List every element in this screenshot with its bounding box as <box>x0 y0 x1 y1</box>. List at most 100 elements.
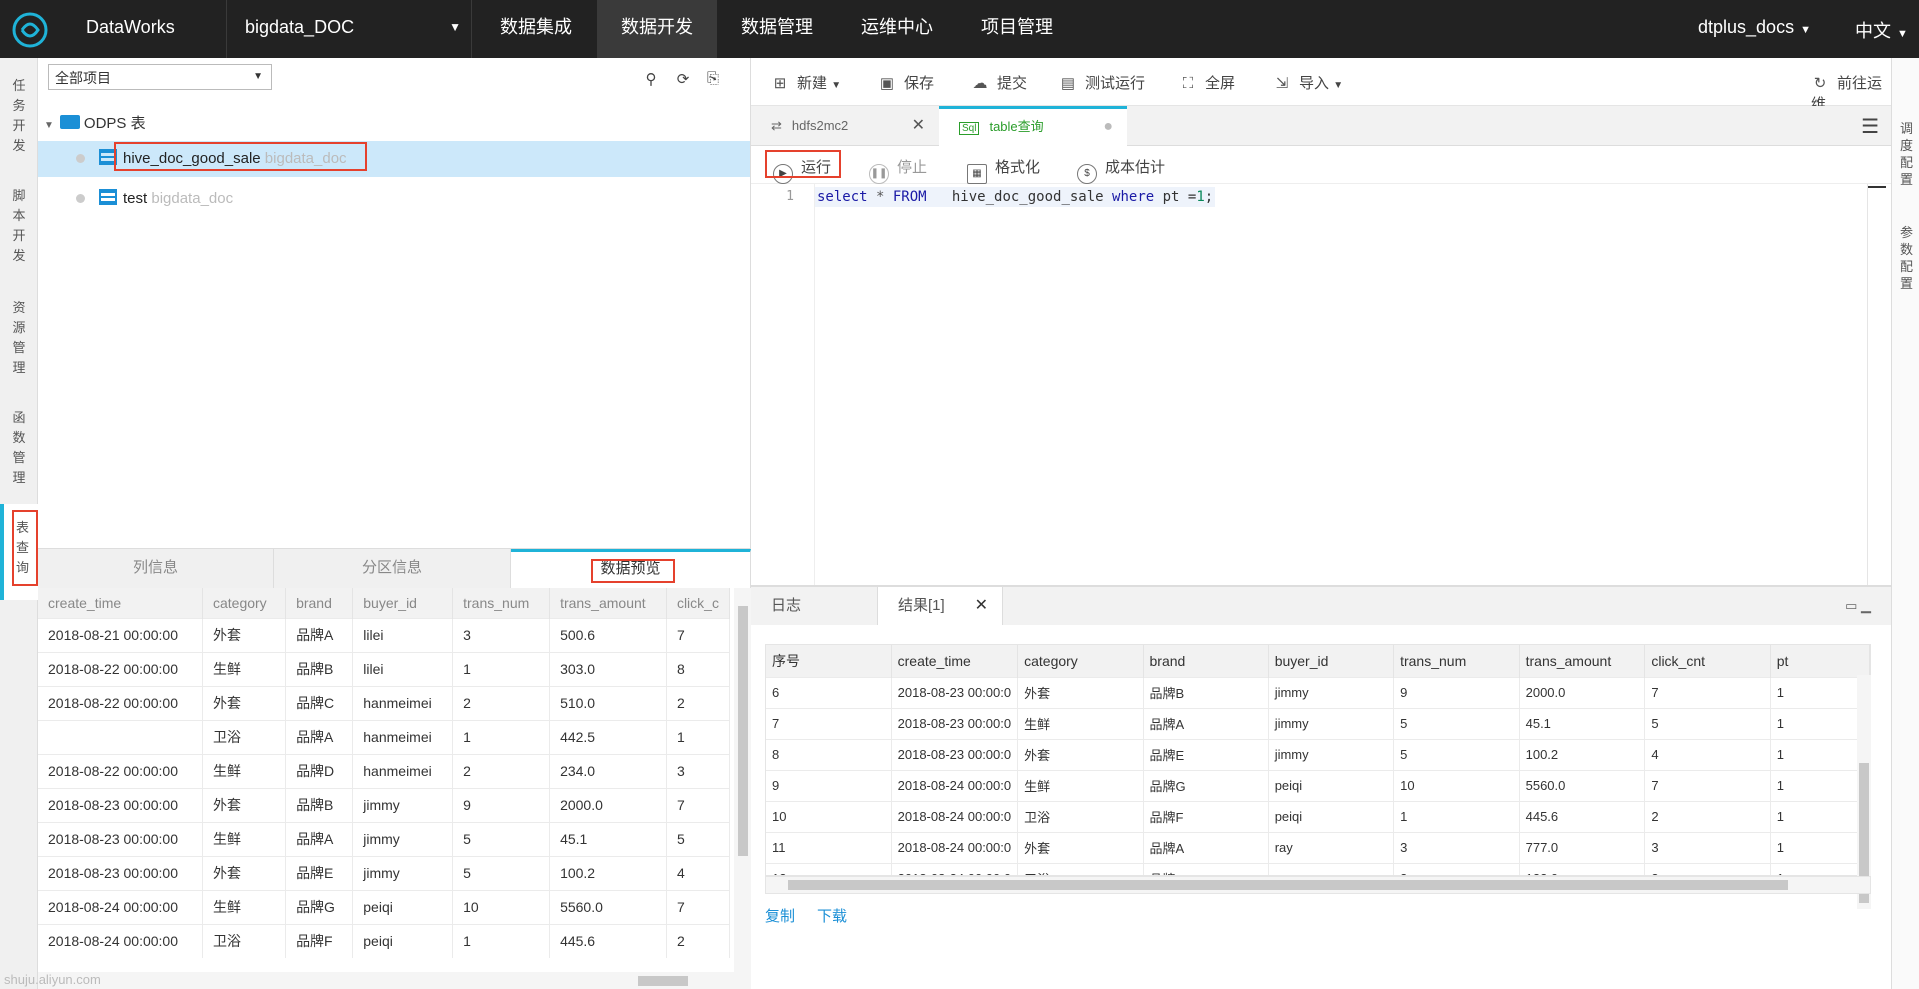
test-run-button[interactable]: ▤ 测试运行 <box>1059 72 1145 93</box>
rail-item-param-config[interactable]: 参数配置 <box>1900 224 1914 292</box>
tab-partition-info[interactable]: 分区信息 <box>274 549 511 589</box>
tab-table-query[interactable]: Sql table查询 ● <box>939 106 1127 146</box>
table-row[interactable]: 2018-08-21 00:00:00 外套 品牌A lilei 3 500.6 7 <box>38 617 730 652</box>
table-row[interactable]: 2018-08-22 00:00:00 生鲜 品牌B lilei 1 303.0 8 <box>38 651 730 686</box>
format-button[interactable]: ▦ 格式化 <box>967 156 1040 184</box>
vertical-scrollbar[interactable] <box>734 588 751 975</box>
dataworks-logo-icon[interactable] <box>10 10 50 50</box>
table-cell: hanmeimei <box>352 753 454 788</box>
restore-window-icon[interactable]: ▭ <box>1845 598 1857 613</box>
table-row[interactable]: 6 2018-08-23 00:00:0 外套 品牌B jimmy 9 2000.0 7 1 <box>766 676 1870 708</box>
horizontal-scrollbar[interactable] <box>38 972 751 989</box>
scrollbar-thumb[interactable] <box>638 976 688 986</box>
table-row[interactable]: 11 2018-08-24 00:00:0 外套 品牌A ray 3 777.0 3 1 <box>766 831 1870 863</box>
table-row[interactable]: 2018-08-23 00:00:00 外套 品牌B jimmy 9 2000.0 7 <box>38 787 730 822</box>
column-header[interactable]: buyer_id <box>1268 645 1395 677</box>
table-row[interactable]: 122018-08-24 00:00:0卫浴品牌Gray3122.031 <box>766 862 1870 875</box>
submit-button[interactable]: ☁ 提交 <box>971 72 1028 93</box>
table-cell: 12 <box>766 862 892 875</box>
table-row[interactable]: 10 2018-08-24 00:00:0 卫浴 品牌F peiqi 1 445.6 2 1 <box>766 800 1870 832</box>
column-header[interactable]: category <box>1017 645 1144 677</box>
import-button[interactable]: ⇲ 导入 ▼ <box>1273 72 1343 93</box>
scrollbar-thumb[interactable] <box>738 606 748 856</box>
editor-scrollbar[interactable] <box>1867 184 1886 585</box>
nav-ops-center[interactable]: 运维中心 <box>837 0 957 58</box>
fullscreen-button[interactable]: ⛶ 全屏 <box>1179 72 1235 93</box>
table-cell: 1 <box>1770 862 1870 875</box>
table-row[interactable]: 2018-08-23 00:00:00 生鲜 品牌A jimmy 5 45.1 5 <box>38 821 730 856</box>
tab-data-preview[interactable]: 数据预览 <box>511 549 751 589</box>
column-header[interactable]: click_c <box>666 588 730 618</box>
table-row[interactable]: 2018-08-22 00:00:00 外套 品牌C hanmeimei 2 510.0 2 <box>38 685 730 720</box>
table-row[interactable]: 9 2018-08-24 00:00:0 生鲜 品牌G peiqi 10 5560.0 7 1 <box>766 769 1870 801</box>
sidebar-item-function-mgmt[interactable]: 函数管理 <box>0 408 38 488</box>
column-header[interactable]: create_time <box>38 588 203 618</box>
column-header[interactable]: brand <box>285 588 354 618</box>
copy-link[interactable]: 复制 <box>765 908 795 925</box>
column-header[interactable]: buyer_id <box>352 588 454 618</box>
table-cell: 5 <box>1393 707 1520 739</box>
minimize-window-icon[interactable]: ▁ <box>1861 598 1871 613</box>
sidebar-item-resource-mgmt[interactable]: 资源管理 <box>0 298 38 378</box>
new-button[interactable]: ⊞ 新建 ▼ <box>771 72 841 93</box>
search-icon[interactable]: ⚲ <box>642 70 660 88</box>
table-row[interactable]: 2018-08-24 00:00:00 卫浴 品牌F peiqi 1 445.6 2 <box>38 923 730 958</box>
column-header[interactable]: trans_num <box>1393 645 1520 677</box>
table-cell: lilei <box>352 617 454 652</box>
table-row[interactable]: 2018-08-24 00:00:00 生鲜 品牌G peiqi 10 5560.0 7 <box>38 889 730 924</box>
refresh-icon[interactable]: ⟳ <box>674 70 692 88</box>
table-row[interactable]: 2018-08-23 00:00:00 外套 品牌E jimmy 5 100.2 4 <box>38 855 730 890</box>
tab-hdfs2mc2[interactable]: ⇄ hdfs2mc2 ✕ <box>751 106 939 146</box>
stop-button[interactable]: ❚❚ 停止 <box>869 156 927 184</box>
table-cell: peiqi <box>352 923 454 958</box>
submit-label: 提交 <box>997 75 1028 92</box>
tab-column-info[interactable]: 列信息 <box>38 549 274 589</box>
close-icon[interactable]: ✕ <box>975 587 988 625</box>
tab-log[interactable]: 日志 <box>751 587 877 625</box>
column-header[interactable]: category <box>202 588 287 618</box>
nav-project-management[interactable]: 项目管理 <box>957 0 1077 58</box>
export-file-icon[interactable]: ⎘ <box>704 70 722 88</box>
column-header[interactable]: brand <box>1143 645 1269 677</box>
table-row[interactable]: 8 2018-08-23 00:00:0 外套 品牌E jimmy 5 100.2 4 1 <box>766 738 1870 770</box>
brand-name[interactable]: DataWorks <box>86 17 175 38</box>
project-switcher[interactable]: bigdata_DOC ▼ <box>226 0 472 58</box>
tree-root-odps[interactable]: ▼ ODPS 表 <box>44 112 146 133</box>
table-row[interactable]: 卫浴 品牌A hanmeimei 1 442.5 1 <box>38 719 730 754</box>
sql-token: pt = <box>1154 189 1197 205</box>
nav-data-integration[interactable]: 数据集成 <box>477 0 595 58</box>
scrollbar-thumb[interactable] <box>788 880 1788 890</box>
column-header[interactable]: trans_amount <box>549 588 667 618</box>
nav-data-management[interactable]: 数据管理 <box>717 0 837 58</box>
language-switcher[interactable]: 中文 ▼ <box>1855 17 1908 43</box>
rail-item-schedule-config[interactable]: 调度配置 <box>1900 120 1914 188</box>
table-row[interactable]: 7 2018-08-23 00:00:0 生鲜 品牌A jimmy 5 45.1 5 1 <box>766 707 1870 739</box>
vertical-scrollbar[interactable] <box>1857 675 1871 909</box>
table-cell: 1 <box>1770 738 1870 770</box>
tab-result-1[interactable]: 结果[1] ✕ <box>877 587 1003 625</box>
sql-code-line[interactable]: select * FROM hive_doc_good_sale where p… <box>815 187 1216 207</box>
column-header[interactable]: create_time <box>891 645 1019 677</box>
column-header[interactable]: trans_amount <box>1519 645 1646 677</box>
unsaved-dot-icon[interactable]: ● <box>1103 109 1113 145</box>
column-header[interactable]: 序号 <box>766 645 892 677</box>
close-icon[interactable]: ✕ <box>912 106 925 146</box>
column-header[interactable]: pt <box>1770 645 1870 677</box>
menu-icon[interactable]: ☰ <box>1861 114 1879 139</box>
nav-data-development[interactable]: 数据开发 <box>597 0 717 58</box>
user-menu[interactable]: dtplus_docs ▼ <box>1698 17 1811 38</box>
sidebar-item-table-query[interactable]: 表查询 <box>0 504 38 600</box>
sidebar-item-script-dev[interactable]: 脚本开发 <box>0 186 38 266</box>
column-header[interactable]: trans_num <box>452 588 551 618</box>
sql-editor[interactable]: 1 select * FROM hive_doc_good_sale where… <box>751 184 1871 585</box>
sidebar-item-task-dev[interactable]: 任务开发 <box>0 76 38 156</box>
table-row[interactable]: 2018-08-22 00:00:00 生鲜 品牌D hanmeimei 2 234.0 3 <box>38 753 730 788</box>
download-link[interactable]: 下载 <box>817 908 847 925</box>
cost-estimate-button[interactable]: $ 成本估计 <box>1077 156 1165 184</box>
project-filter-select[interactable]: 全部项目 ▼ <box>48 64 272 90</box>
save-button[interactable]: ▣ 保存 <box>878 72 934 93</box>
line-gutter: 1 <box>751 184 815 585</box>
tree-node-test[interactable]: test bigdata_doc <box>76 189 233 207</box>
horizontal-scrollbar[interactable] <box>765 876 1871 894</box>
column-header[interactable]: click_cnt <box>1644 645 1771 677</box>
